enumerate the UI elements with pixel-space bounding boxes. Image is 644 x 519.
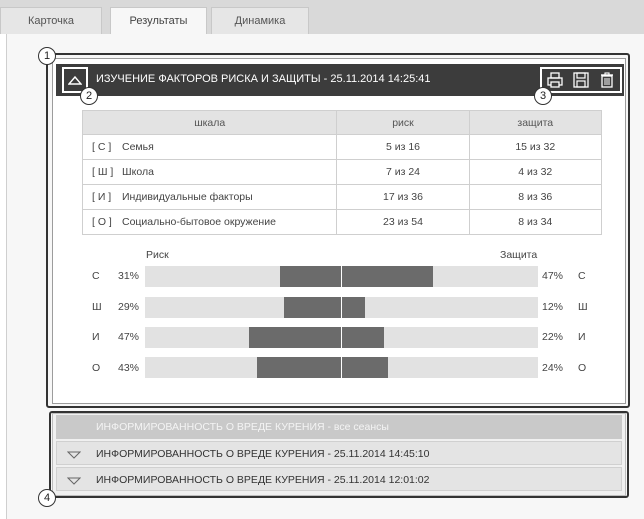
chevron-down-icon	[67, 477, 81, 485]
delete-icon	[601, 72, 613, 88]
protect-bar	[341, 266, 433, 287]
table-row: [ С ] Семья 5 из 16 15 из 32	[81, 134, 603, 160]
session-item[interactable]: ИНФОРМИРОВАННОСТЬ О ВРЕДЕ КУРЕНИЯ - 25.1…	[56, 467, 622, 491]
tab-dynamics[interactable]: Динамика	[211, 7, 309, 34]
table-row: [ О ] Социально-бытовое окружение 23 из 5…	[81, 209, 603, 235]
protect-bar	[341, 297, 365, 318]
session-item-label: ИНФОРМИРОВАННОСТЬ О ВРЕДЕ КУРЕНИЯ - 25.1…	[96, 448, 430, 460]
protect-value-label: 22%	[542, 331, 564, 343]
scale-name: Семья	[122, 141, 154, 153]
chart-center-line	[341, 357, 342, 378]
scale-code: [ С ]	[92, 141, 112, 153]
chart-row-code-right: С	[578, 270, 586, 282]
table-row: [ И ] Индивидуальные факторы 17 из 36 8 и…	[81, 184, 603, 210]
protect-value-label: 47%	[542, 270, 564, 282]
risk-cell: 23 из 54	[336, 209, 470, 235]
col-header-protect: защита	[468, 110, 603, 135]
print-button[interactable]	[545, 70, 565, 90]
chart-row-code-left: О	[92, 362, 101, 374]
callout-marker-3: 3	[534, 87, 552, 105]
delete-button[interactable]	[597, 70, 617, 90]
scale-code: [ Ш ]	[92, 166, 114, 178]
risk-axis-label: Риск	[146, 249, 169, 261]
callout-marker-1: 1	[38, 47, 56, 65]
risk-value-label: 31%	[118, 270, 140, 282]
scale-code: [ И ]	[92, 191, 112, 203]
scale-cell: [ О ] Социально-бытовое окружение	[81, 209, 338, 235]
scales-table: шкала риск защита [ С ] Семья 5 из 16 15 …	[81, 110, 603, 235]
tab-card[interactable]: Карточка	[0, 7, 102, 34]
risk-cell: 5 из 16	[336, 134, 470, 160]
scale-cell: [ С ] Семья	[81, 134, 338, 160]
risk-cell: 17 из 36	[336, 184, 470, 210]
callout-marker-4: 4	[38, 489, 56, 507]
risk-value-label: 47%	[118, 331, 140, 343]
protect-value-label: 24%	[542, 362, 564, 374]
chart-row-code-left: Ш	[92, 301, 102, 313]
risk-bar	[257, 357, 341, 378]
chart-row-code-right: О	[578, 362, 587, 374]
scale-cell: [ И ] Индивидуальные факторы	[81, 184, 338, 210]
chevron-down-icon	[67, 451, 81, 459]
risk-bar	[284, 297, 341, 318]
scale-name: Школа	[122, 166, 154, 178]
scale-code: [ О ]	[92, 216, 112, 228]
risk-value-label: 29%	[118, 301, 140, 313]
protect-cell: 8 из 36	[468, 184, 603, 210]
protect-bar	[341, 357, 388, 378]
save-icon	[573, 72, 589, 88]
table-header-row: шкала риск защита	[81, 110, 603, 135]
col-header-risk: риск	[336, 110, 470, 135]
risk-bar	[280, 266, 341, 287]
print-icon	[547, 72, 563, 88]
chevron-up-icon	[68, 75, 82, 85]
chart-center-line	[341, 327, 342, 348]
chart-row-code-left: И	[92, 331, 100, 343]
chart-center-line	[341, 266, 342, 287]
session-item[interactable]: ИНФОРМИРОВАННОСТЬ О ВРЕДЕ КУРЕНИЯ - 25.1…	[56, 441, 622, 465]
risk-value-label: 43%	[118, 362, 140, 374]
panel-title: ИЗУЧЕНИЕ ФАКТОРОВ РИСКА И ЗАЩИТЫ - 25.11…	[96, 73, 431, 85]
tab-results[interactable]: Результаты	[110, 7, 207, 35]
protect-cell: 4 из 32	[468, 159, 603, 185]
chart-center-line	[341, 297, 342, 318]
save-button[interactable]	[571, 70, 591, 90]
scale-name: Социально-бытовое окружение	[122, 216, 276, 228]
risk-bar	[249, 327, 341, 348]
protect-cell: 8 из 34	[468, 209, 603, 235]
protect-value-label: 12%	[542, 301, 564, 313]
callout-marker-2: 2	[80, 87, 98, 105]
chart-row-code-left: С	[92, 270, 100, 282]
col-header-scale: шкала	[81, 110, 338, 135]
protect-axis-label: Защита	[500, 249, 538, 261]
scale-cell: [ Ш ] Школа	[81, 159, 338, 185]
sessions-all-header[interactable]: ИНФОРМИРОВАННОСТЬ О ВРЕДЕ КУРЕНИЯ - все …	[56, 415, 622, 439]
protect-cell: 15 из 32	[468, 134, 603, 160]
risk-cell: 7 из 24	[336, 159, 470, 185]
protect-bar	[341, 327, 384, 348]
scale-name: Индивидуальные факторы	[122, 191, 253, 203]
session-item-label: ИНФОРМИРОВАННОСТЬ О ВРЕДЕ КУРЕНИЯ - 25.1…	[96, 474, 430, 486]
chart-row-code-right: Ш	[578, 301, 588, 313]
table-row: [ Ш ] Школа 7 из 24 4 из 32	[81, 159, 603, 185]
chart-row-code-right: И	[578, 331, 586, 343]
